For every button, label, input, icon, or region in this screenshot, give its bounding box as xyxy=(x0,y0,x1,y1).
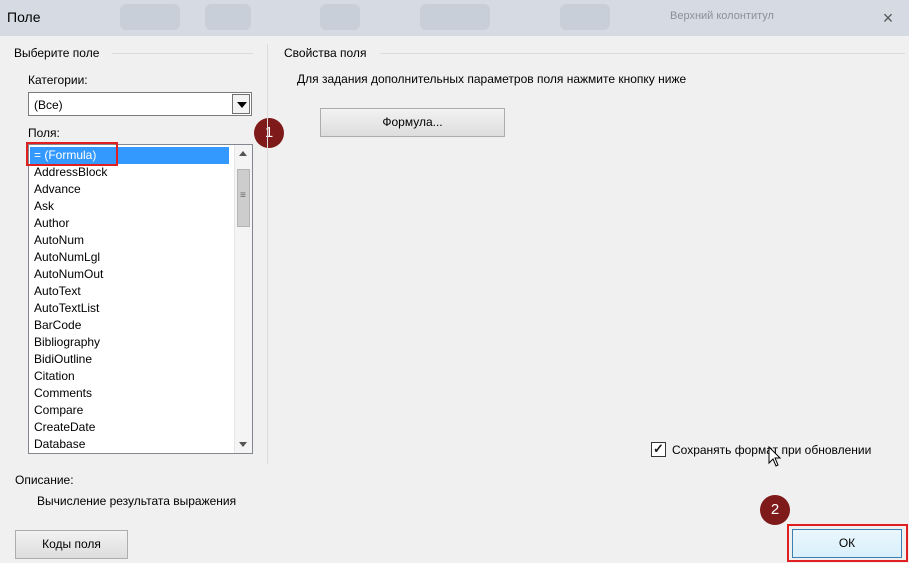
dialog-title: Поле xyxy=(7,9,41,25)
list-item[interactable]: Ask xyxy=(34,198,54,215)
ok-button[interactable]: ОК xyxy=(792,529,902,558)
categories-value: (Все) xyxy=(34,98,63,112)
list-item[interactable]: AutoTextList xyxy=(34,300,99,317)
fields-scrollbar[interactable] xyxy=(234,145,252,453)
scroll-up-icon[interactable] xyxy=(235,145,252,162)
mouse-cursor-icon xyxy=(768,446,782,467)
fields-listbox[interactable]: = (Formula) AddressBlock Advance Ask Aut… xyxy=(28,144,253,454)
list-item[interactable]: Comments xyxy=(34,385,92,402)
highlight-selected-field xyxy=(26,142,118,166)
categories-dropdown[interactable]: (Все) xyxy=(28,92,252,116)
fields-label: Поля: xyxy=(28,126,60,140)
list-item[interactable]: Advance xyxy=(34,181,81,198)
list-item[interactable]: Database xyxy=(34,436,85,453)
list-item[interactable]: AutoText xyxy=(34,283,81,300)
step-1-badge: 1 xyxy=(254,118,284,148)
select-field-group-title: Выберите поле xyxy=(14,46,100,60)
list-item[interactable]: AutoNum xyxy=(34,232,84,249)
list-item[interactable]: Bibliography xyxy=(34,334,100,351)
description-text: Вычисление результата выражения xyxy=(37,494,237,508)
list-item[interactable]: BarCode xyxy=(34,317,81,334)
ribbon-hint: Верхний колонтитул xyxy=(670,10,774,22)
scroll-thumb[interactable] xyxy=(237,169,250,227)
list-item[interactable]: AddressBlock xyxy=(34,164,107,181)
properties-hint: Для задания дополнительных параметров по… xyxy=(297,72,687,86)
field-properties-group-title: Свойства поля xyxy=(284,46,367,60)
scroll-down-icon[interactable] xyxy=(235,436,252,453)
categories-label: Категории: xyxy=(28,73,88,87)
preserve-format-checkbox[interactable] xyxy=(651,441,666,457)
list-item[interactable]: BidiOutline xyxy=(34,351,92,368)
list-item[interactable]: CreateDate xyxy=(34,419,95,436)
step-2-badge: 2 xyxy=(760,495,790,525)
list-item[interactable]: Compare xyxy=(34,402,83,419)
list-item[interactable]: AutoNumLgl xyxy=(34,249,100,266)
title-bar: Поле Верхний колонтитул × xyxy=(0,0,909,36)
close-button[interactable]: × xyxy=(871,4,905,32)
description-label: Описание: xyxy=(15,473,74,487)
chevron-down-icon[interactable] xyxy=(232,94,250,114)
formula-button[interactable]: Формула... xyxy=(320,108,505,137)
list-item[interactable]: AutoNumOut xyxy=(34,266,103,283)
field-codes-button[interactable]: Коды поля xyxy=(15,530,128,559)
list-item[interactable]: Citation xyxy=(34,368,75,385)
list-item[interactable]: Author xyxy=(34,215,69,232)
